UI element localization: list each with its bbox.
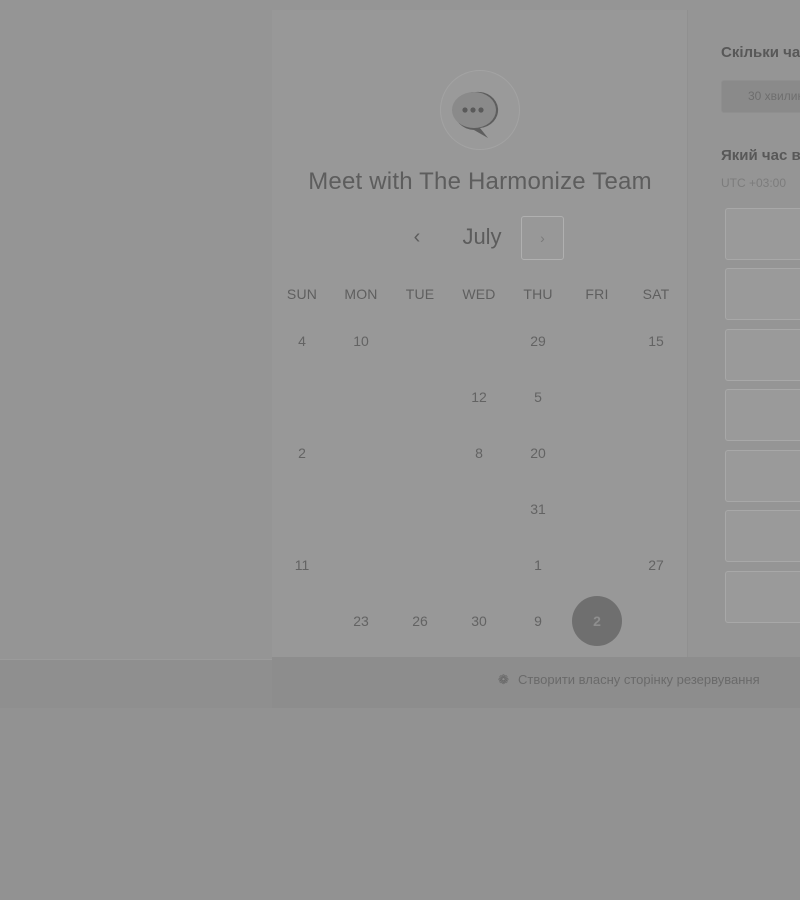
calendar-day[interactable]: 12 [454, 372, 504, 422]
month-navigation: ‹ July › [272, 216, 688, 262]
time-panel: Скільки часу вам потрібно? 30 хвилин Яки… [688, 10, 800, 657]
weekday-label: MON [344, 286, 378, 302]
time-slot[interactable] [725, 510, 800, 562]
calendar-day[interactable]: 26 [395, 596, 445, 646]
time-label: Який час вам підходить? [721, 147, 800, 164]
hubspot-sprocket-icon: ❁ [498, 672, 509, 687]
calendar-day[interactable]: 31 [513, 484, 563, 534]
next-month-button[interactable]: › [521, 216, 564, 260]
time-slot[interactable] [725, 571, 800, 623]
calendar-day[interactable]: 27 [631, 540, 681, 590]
weekday-header: SUN MON TUE WED THU FRI SAT [272, 286, 688, 306]
duration-select[interactable]: 30 хвилин [721, 80, 800, 113]
weekday-label: TUE [405, 286, 435, 302]
calendar-day[interactable]: 11 [277, 540, 327, 590]
calendar-day[interactable]: 2 [277, 428, 327, 478]
calendar-day[interactable]: 29 [513, 316, 563, 366]
time-slot[interactable] [725, 268, 800, 320]
calendar-panel: Meet with The Harmonize Team ‹ July › SU… [272, 10, 688, 657]
weekday-label: SUN [286, 286, 318, 302]
duration-label: Скільки часу вам потрібно? [721, 44, 800, 61]
prev-month-button[interactable]: ‹ [402, 222, 432, 252]
time-slot[interactable] [725, 450, 800, 502]
timezone-label[interactable]: UTC +03:00 [721, 176, 786, 190]
time-slot[interactable] [725, 208, 800, 260]
calendar-day[interactable]: 9 [513, 596, 563, 646]
calendar-day[interactable]: 10 [336, 316, 386, 366]
calendar-day[interactable]: 4 [277, 316, 327, 366]
calendar-day[interactable]: 8 [454, 428, 504, 478]
calendar-day[interactable]: 23 [336, 596, 386, 646]
weekday-label: WED [462, 286, 496, 302]
meeting-title: Meet with The Harmonize Team [308, 168, 652, 195]
calendar-day[interactable]: 20 [513, 428, 563, 478]
calendar-day[interactable]: 5 [513, 372, 563, 422]
create-booking-page-link[interactable]: ❁ Створити власну сторінку резервування [498, 670, 760, 690]
weekday-label: FRI [585, 286, 609, 302]
calendar-day[interactable]: 30 [454, 596, 504, 646]
weekday-label: SAT [642, 286, 670, 302]
time-slot[interactable] [725, 329, 800, 381]
avatar [440, 70, 520, 150]
time-slot[interactable] [725, 389, 800, 441]
calendar-day[interactable]: 15 [631, 316, 681, 366]
chat-bubble-icon [448, 78, 512, 142]
weekday-label: THU [523, 286, 553, 302]
calendar-day-selected[interactable]: 2 [572, 596, 622, 646]
footer-link-text: Створити власну сторінку резервування [518, 672, 760, 687]
calendar-day[interactable]: 1 [513, 540, 563, 590]
month-label: July [462, 224, 502, 249]
